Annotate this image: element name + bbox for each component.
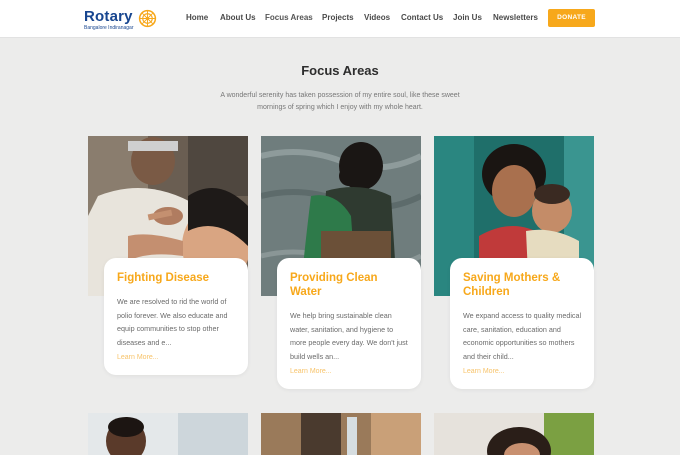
section-title: Focus Areas bbox=[301, 63, 379, 78]
learn-more-link[interactable]: Learn More... bbox=[463, 368, 582, 375]
logo-wordmark: Rotary bbox=[84, 8, 133, 25]
row2-photo-1 bbox=[88, 413, 248, 455]
rotary-logo[interactable]: Rotary Bangalore Indiranagar bbox=[84, 9, 133, 31]
nav-home[interactable]: Home bbox=[186, 13, 208, 22]
nav-contact-us[interactable]: Contact Us bbox=[401, 13, 443, 22]
nav-join-us[interactable]: Join Us bbox=[453, 13, 482, 22]
card-title: Saving Mothers & Children bbox=[463, 272, 561, 298]
focus-card-mothers-children: Saving Mothers & Children We expand acce… bbox=[450, 258, 594, 389]
section-description: A wonderful serenity has taken possessio… bbox=[220, 92, 460, 111]
learn-more-link[interactable]: Learn More... bbox=[117, 354, 236, 361]
donate-button[interactable]: DONATE bbox=[548, 9, 595, 27]
card-description: We are resolved to rid the world of poli… bbox=[117, 297, 228, 347]
rotary-wheel-icon bbox=[138, 9, 157, 28]
focus-card-clean-water: Providing Clean Water We help bring sust… bbox=[277, 258, 421, 389]
nav-projects[interactable]: Projects bbox=[322, 13, 354, 22]
card-title: Providing Clean Water bbox=[290, 272, 378, 298]
nav-newsletters[interactable]: Newsletters bbox=[493, 13, 538, 22]
nav-focus-areas[interactable]: Focus Areas bbox=[265, 13, 313, 22]
card-title: Fighting Disease bbox=[117, 272, 210, 284]
card-description: We expand access to quality medical care… bbox=[463, 311, 582, 361]
row2-photo-3 bbox=[434, 413, 594, 455]
learn-more-link[interactable]: Learn More... bbox=[290, 368, 409, 375]
nav-about-us[interactable]: About Us bbox=[220, 13, 256, 22]
nav-videos[interactable]: Videos bbox=[364, 13, 390, 22]
card-description: We help bring sustainable clean water, s… bbox=[290, 311, 408, 361]
focus-card-fighting-disease: Fighting Disease We are resolved to rid … bbox=[104, 258, 248, 375]
logo-subtitle: Bangalore Indiranagar bbox=[84, 25, 134, 31]
site-header: Rotary Bangalore Indiranagar Home About … bbox=[0, 0, 680, 38]
row2-photo-2 bbox=[261, 413, 421, 455]
